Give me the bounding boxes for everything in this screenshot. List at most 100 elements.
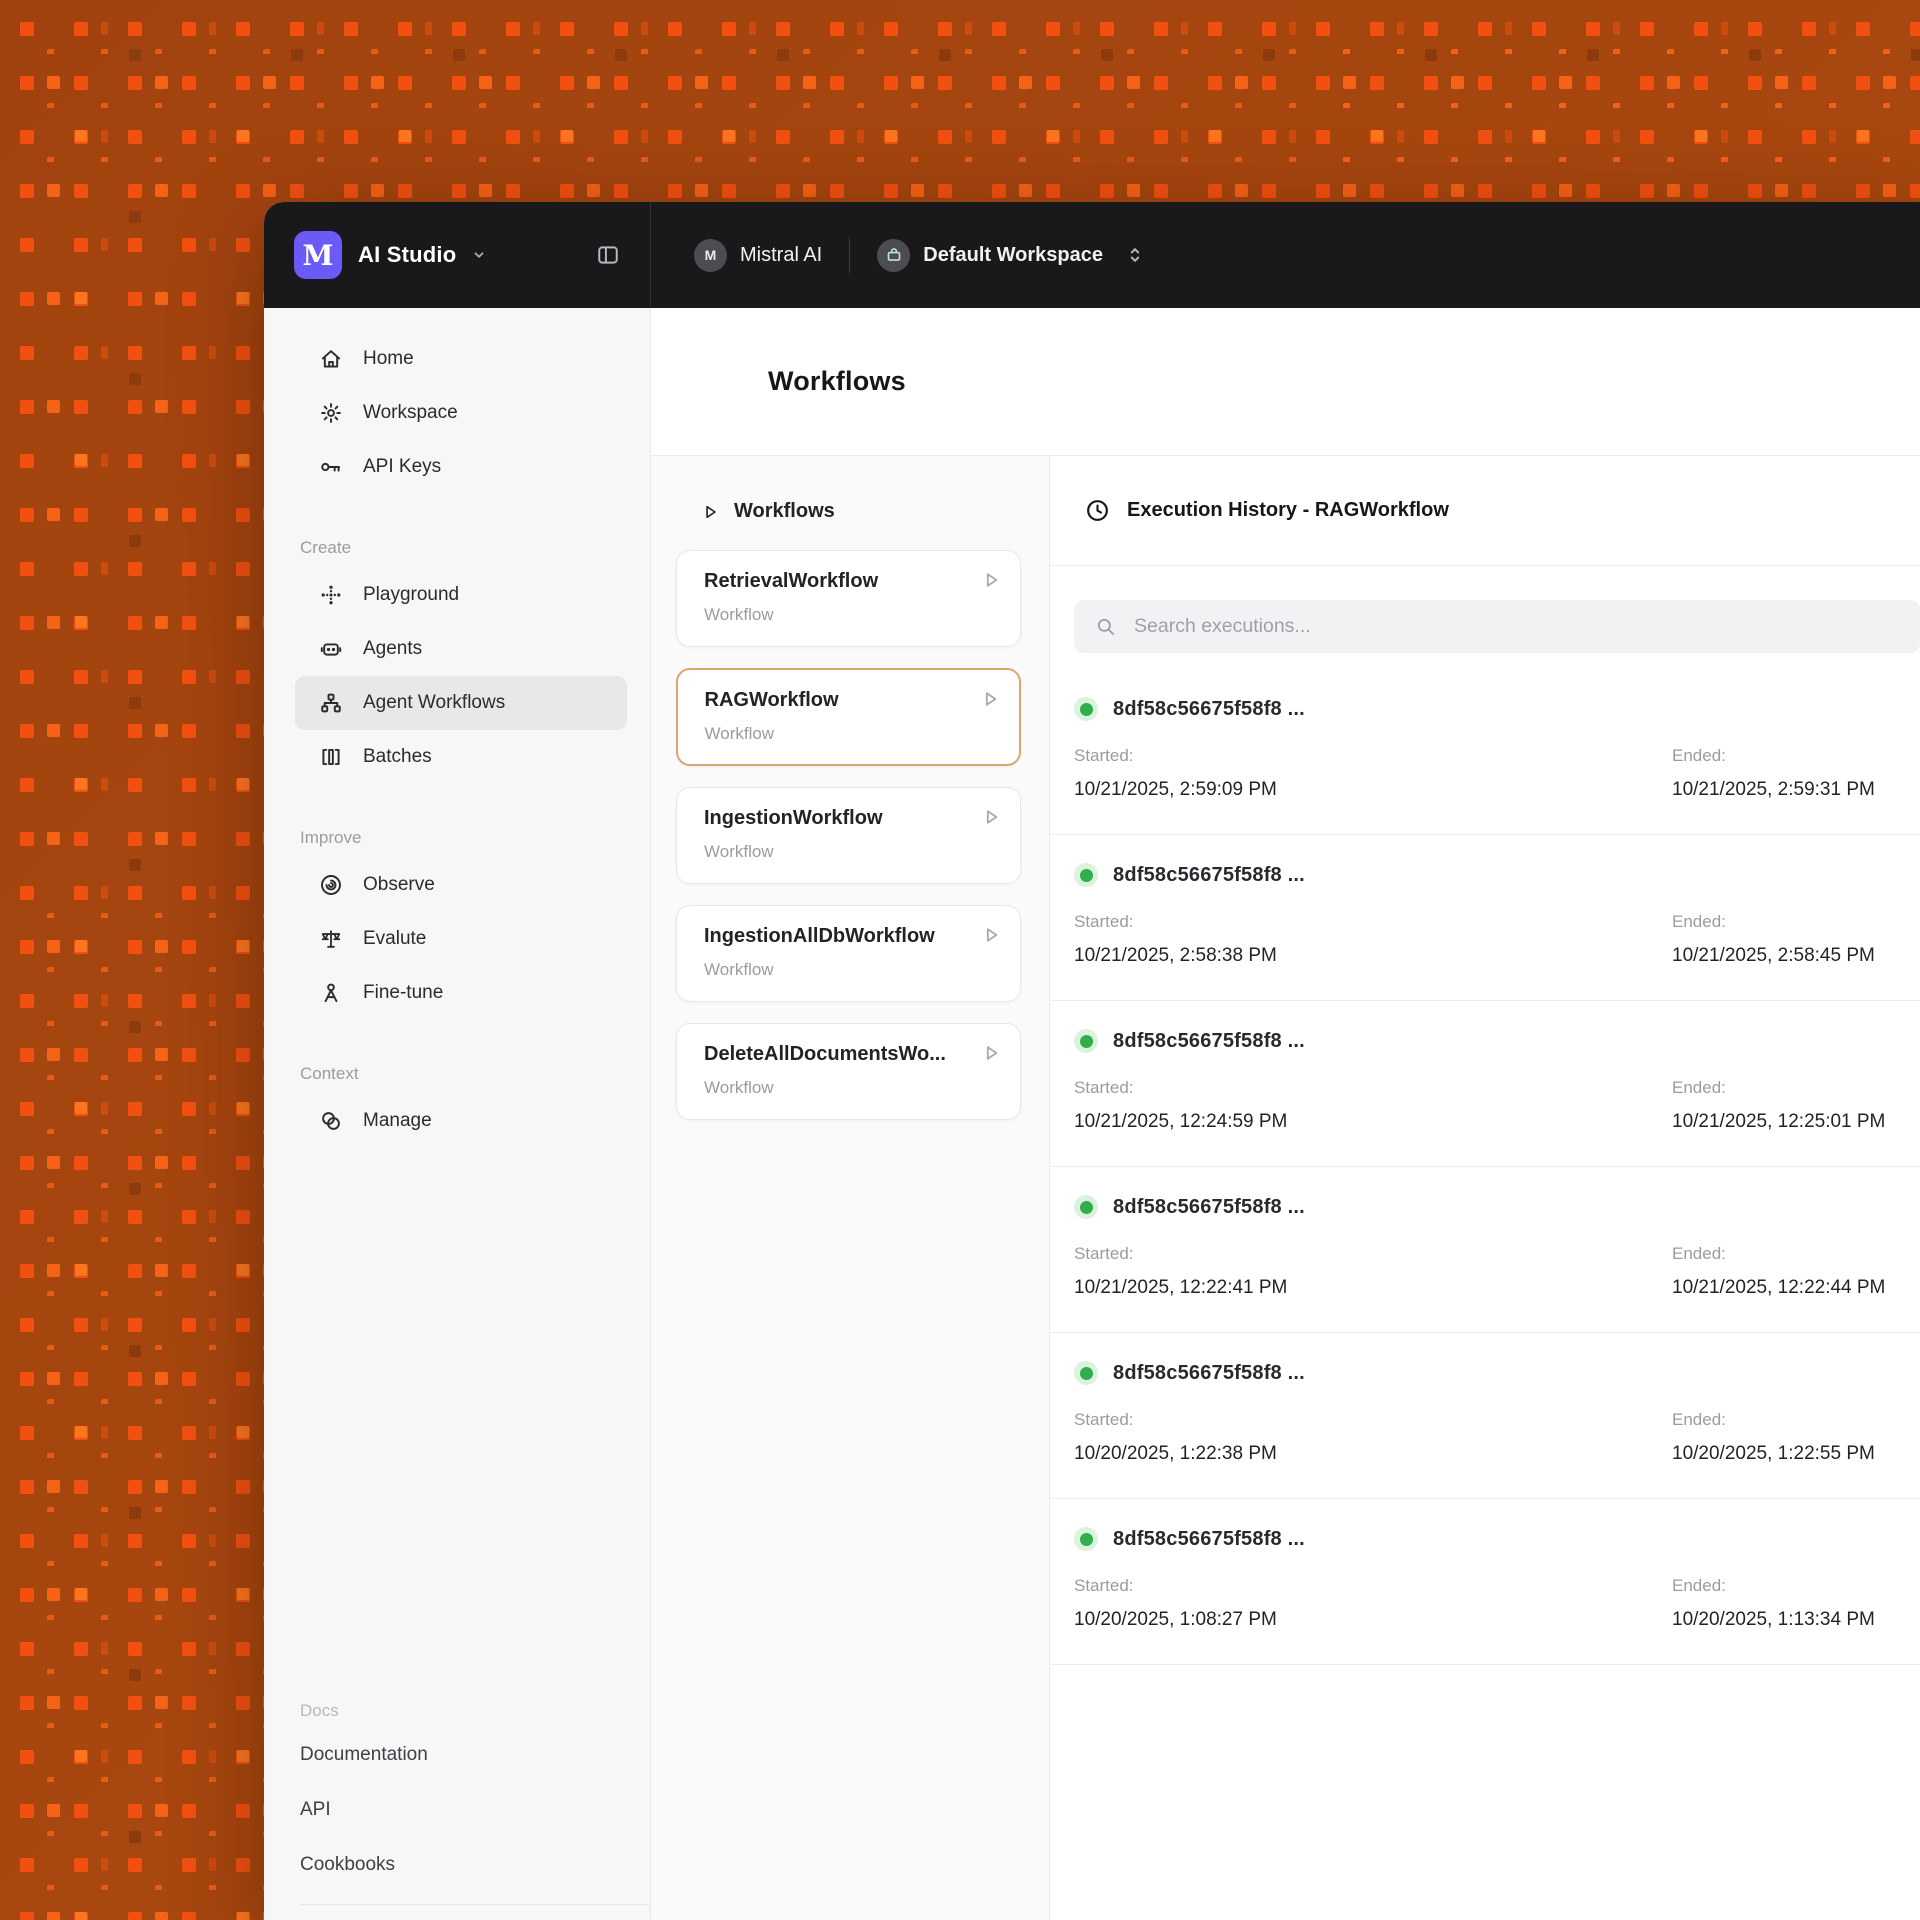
sidebar-footer: Docs Documentation API Cookbooks: [264, 1701, 650, 1920]
sidebar: Home Workspace API Keys Create Playgroun…: [264, 308, 651, 1920]
workflow-card[interactable]: IngestionWorkflow Workflow: [676, 787, 1021, 884]
execution-row[interactable]: 8df58c56675f58f8 ... Started: 10/21/2025…: [1050, 1167, 1920, 1333]
sidebar-item[interactable]: API Keys: [295, 440, 627, 494]
execution-row[interactable]: 8df58c56675f58f8 ... Started: 10/20/2025…: [1050, 1499, 1920, 1665]
sidebar-item-label: Observe: [363, 874, 435, 895]
run-workflow-icon[interactable]: [978, 687, 1002, 711]
workflow-list-panel: Workflows RetrievalWorkflow Workflow RAG…: [651, 456, 1050, 1920]
workflow-card[interactable]: RetrievalWorkflow Workflow: [676, 550, 1021, 647]
ended-cell: Ended: 10/21/2025, 2:58:45 PM: [1672, 912, 1896, 967]
ended-cell: Ended: 10/21/2025, 12:25:01 PM: [1672, 1078, 1896, 1133]
execution-row[interactable]: 8df58c56675f58f8 ... Started: 10/21/2025…: [1050, 835, 1920, 1001]
sidebar-item-label: Agents: [363, 638, 423, 659]
started-label: Started:: [1074, 1078, 1134, 1097]
sidebar-item-icon: [318, 582, 344, 608]
section-label-context: Context: [300, 1064, 359, 1083]
sidebar-section-improve: Observe Evalute Fine-tune: [264, 858, 650, 1020]
sidebar-item[interactable]: Evalute: [295, 912, 627, 966]
workflow-card[interactable]: RAGWorkflow Workflow: [676, 668, 1021, 766]
execution-history-panel: Execution History - RAGWorkflow Search e…: [1050, 456, 1920, 1920]
execution-id: 8df58c56675f58f8 ...: [1113, 863, 1305, 886]
run-workflow-icon[interactable]: [979, 1041, 1003, 1065]
sidebar-item[interactable]: Workspace: [295, 386, 627, 440]
ended-label: Ended:: [1672, 912, 1726, 931]
docs-link[interactable]: API: [300, 1782, 650, 1837]
workspace-switcher-icon[interactable]: [1123, 243, 1147, 267]
docs-links: Documentation API Cookbooks: [300, 1727, 650, 1892]
clock-icon: [1084, 497, 1111, 524]
play-icon: [699, 501, 721, 523]
run-workflow-icon[interactable]: [979, 923, 1003, 947]
sidebar-item[interactable]: Agent Workflows: [295, 676, 627, 730]
workflow-card[interactable]: DeleteAllDocumentsWo... Workflow: [676, 1023, 1021, 1120]
started-value: 10/20/2025, 1:08:27 PM: [1074, 1609, 1277, 1630]
mistral-logo: M: [294, 231, 342, 279]
ended-value: 10/20/2025, 1:22:55 PM: [1672, 1443, 1875, 1464]
workflow-card[interactable]: IngestionAllDbWorkflow Workflow: [676, 905, 1021, 1002]
workflow-name: RAGWorkflow: [704, 688, 839, 711]
execution-list: 8df58c56675f58f8 ... Started: 10/21/2025…: [1050, 669, 1920, 1665]
execution-id: 8df58c56675f58f8 ...: [1113, 1029, 1305, 1052]
docs-link[interactable]: Documentation: [300, 1727, 650, 1782]
sidebar-item[interactable]: Agents: [295, 622, 627, 676]
started-label: Started:: [1074, 1244, 1134, 1263]
workflow-list-title: Workflows: [734, 500, 835, 522]
org-name: Mistral AI: [740, 243, 823, 266]
started-cell: Started: 10/21/2025, 2:58:38 PM: [1074, 912, 1672, 967]
execution-row[interactable]: 8df58c56675f58f8 ... Started: 10/21/2025…: [1050, 1001, 1920, 1167]
sidebar-item-icon: [318, 400, 344, 426]
search-bar[interactable]: [1074, 600, 1920, 653]
briefcase-icon: [883, 244, 905, 266]
sidebar-item[interactable]: Observe: [295, 858, 627, 912]
sidebar-item[interactable]: Batches: [295, 730, 627, 784]
execution-id: 8df58c56675f58f8 ...: [1113, 697, 1305, 720]
execution-id: 8df58c56675f58f8 ...: [1113, 1527, 1305, 1550]
sidebar-item[interactable]: Fine-tune: [295, 966, 627, 1020]
run-workflow-icon[interactable]: [979, 568, 1003, 592]
run-workflow-icon[interactable]: [979, 805, 1003, 829]
started-value: 10/21/2025, 2:59:09 PM: [1074, 779, 1277, 800]
section-label-improve: Improve: [300, 828, 362, 847]
workflow-name: IngestionWorkflow: [704, 807, 883, 829]
docs-link[interactable]: Cookbooks: [300, 1837, 650, 1892]
workspace-avatar: [877, 238, 911, 272]
sidebar-item-label: API Keys: [363, 456, 442, 477]
sidebar-item[interactable]: Home: [295, 332, 627, 386]
sidebar-bottom-divider: [300, 1904, 650, 1920]
search-input[interactable]: [1132, 614, 1920, 639]
section-label-create: Create: [300, 538, 352, 557]
started-label: Started:: [1074, 1410, 1134, 1429]
sidebar-item[interactable]: Manage: [295, 1094, 627, 1148]
sidebar-item-icon: [318, 636, 344, 662]
titlebar-divider: [849, 237, 851, 273]
started-cell: Started: 10/20/2025, 1:08:27 PM: [1074, 1576, 1672, 1631]
sidebar-toggle-icon[interactable]: [594, 241, 622, 269]
titlebar: M AI Studio M Mistral AI Default Workspa…: [264, 202, 1920, 308]
started-label: Started:: [1074, 1576, 1134, 1595]
started-value: 10/20/2025, 1:22:38 PM: [1074, 1443, 1277, 1464]
execution-row[interactable]: 8df58c56675f58f8 ... Started: 10/20/2025…: [1050, 1333, 1920, 1499]
ended-label: Ended:: [1672, 746, 1726, 765]
workflow-type: Workflow: [704, 1078, 774, 1097]
execution-row[interactable]: 8df58c56675f58f8 ... Started: 10/21/2025…: [1050, 669, 1920, 835]
sidebar-item-icon: [318, 690, 344, 716]
started-label: Started:: [1074, 912, 1134, 931]
ended-label: Ended:: [1672, 1078, 1726, 1097]
ended-cell: Ended: 10/21/2025, 12:22:44 PM: [1672, 1244, 1896, 1299]
started-value: 10/21/2025, 12:22:41 PM: [1074, 1277, 1288, 1298]
page-title: Workflows: [768, 366, 906, 396]
app-title: AI Studio: [358, 242, 457, 267]
status-dot-halo: [1074, 1527, 1098, 1551]
ended-cell: Ended: 10/20/2025, 1:22:55 PM: [1672, 1410, 1896, 1465]
titlebar-right: M Mistral AI Default Workspace: [651, 202, 1147, 308]
status-dot-halo: [1074, 1361, 1098, 1385]
chevron-down-icon[interactable]: [468, 244, 490, 266]
ended-value: 10/21/2025, 2:59:31 PM: [1672, 779, 1875, 800]
titlebar-left: M AI Studio: [264, 202, 651, 308]
sidebar-item-icon: [318, 872, 344, 898]
sidebar-item-icon: [318, 454, 344, 480]
execution-history-title: Execution History - RAGWorkflow: [1127, 499, 1449, 521]
workflow-type: Workflow: [704, 960, 774, 979]
sidebar-item[interactable]: Playground: [295, 568, 627, 622]
status-dot-success: [1079, 868, 1093, 882]
